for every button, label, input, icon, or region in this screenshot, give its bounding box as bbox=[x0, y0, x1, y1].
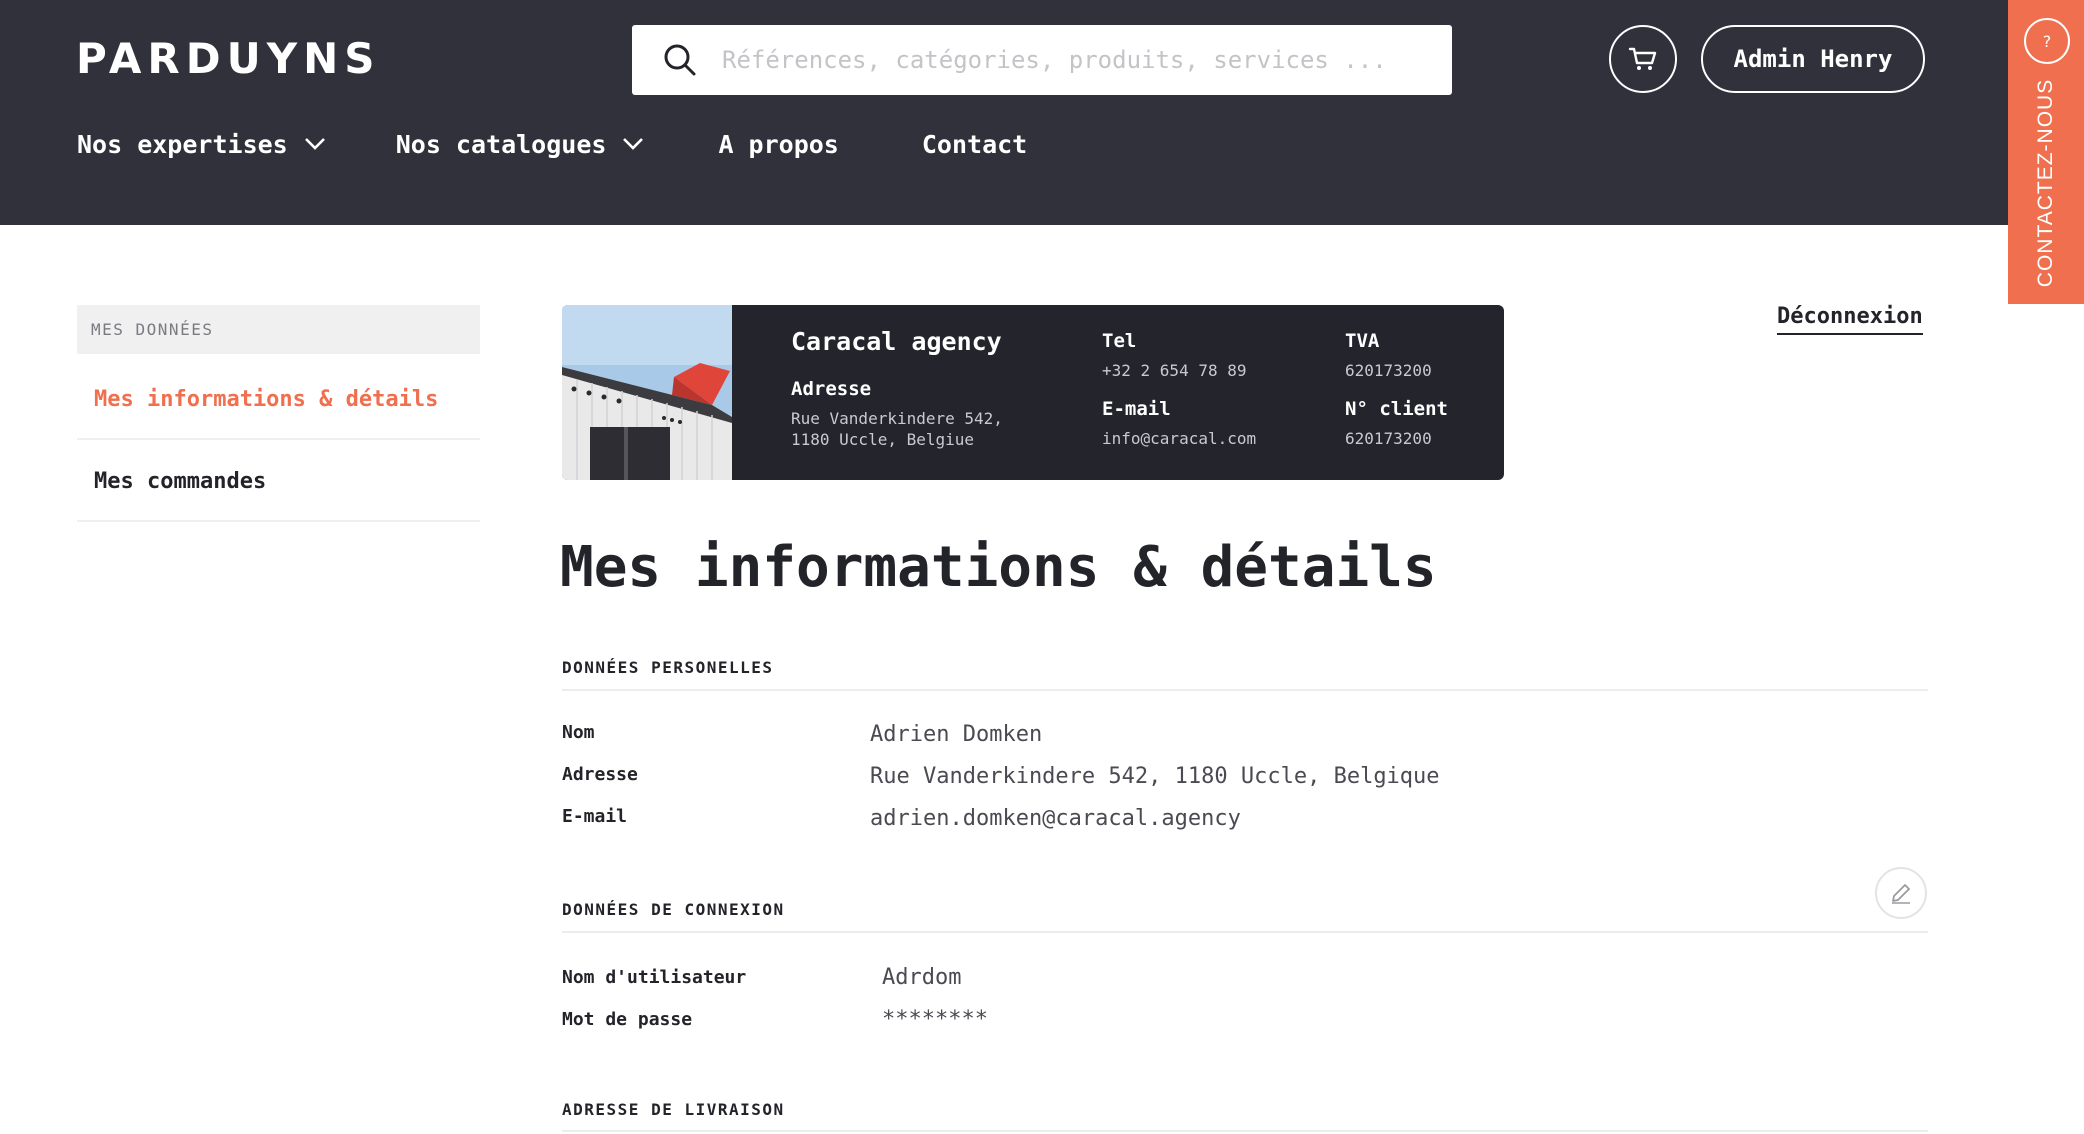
field-value-password: ******** bbox=[882, 1007, 988, 1032]
cart-icon bbox=[1628, 47, 1657, 70]
tel-label: Tel bbox=[1102, 330, 1137, 352]
nav-item-label: Contact bbox=[921, 129, 1028, 159]
field-label-email: E-mail bbox=[562, 806, 628, 827]
field-value-username: Adrdom bbox=[882, 965, 962, 990]
field-value-email: adrien.domken@caracal.agency bbox=[870, 806, 1241, 831]
search-bar bbox=[632, 25, 1452, 95]
sidebar-item-commandes[interactable]: Mes commandes bbox=[77, 442, 480, 522]
nav-item-contact[interactable]: Contact bbox=[922, 130, 1027, 159]
field-label-username: Nom d'utilisateur bbox=[562, 967, 747, 988]
section-title-personal: DONNÉES PERSONELLES bbox=[562, 658, 774, 677]
pencil-icon bbox=[1892, 884, 1910, 904]
cart-button[interactable] bbox=[1609, 25, 1677, 93]
help-icon: ? bbox=[2024, 18, 2070, 64]
field-label-password: Mot de passe bbox=[562, 1009, 693, 1030]
nav-item-expertises[interactable]: Nos expertises bbox=[77, 130, 326, 159]
tva-label: TVA bbox=[1345, 330, 1380, 352]
edit-button[interactable] bbox=[1875, 867, 1927, 919]
sidebar-item-informations[interactable]: Mes informations & détails bbox=[77, 360, 480, 440]
chevron-down-icon bbox=[304, 138, 325, 150]
main-nav: Nos expertises Nos catalogues A propos C… bbox=[77, 126, 1097, 162]
section-divider bbox=[562, 689, 1928, 691]
nav-item-label: A propos bbox=[718, 129, 839, 159]
site-header: PARDUYNS Admin Henry Nos expertises Nos … bbox=[0, 0, 2008, 225]
company-email-value: info@caracal.com bbox=[1102, 429, 1257, 448]
nav-item-label: Nos expertises bbox=[77, 129, 288, 159]
chevron-down-icon bbox=[623, 138, 644, 150]
section-title-connection: DONNÉES DE CONNEXION bbox=[562, 900, 785, 919]
contact-side-tab[interactable]: ? CONTACTEZ-NOUS bbox=[2008, 0, 2084, 304]
field-value-adresse: Rue Vanderkindere 542, 1180 Uccle, Belgi… bbox=[870, 764, 1440, 789]
contact-tab-label: CONTACTEZ-NOUS bbox=[2034, 78, 2057, 288]
address-line-1: Rue Vanderkindere 542, bbox=[791, 409, 1003, 428]
nav-item-a-propos[interactable]: A propos bbox=[718, 130, 838, 159]
company-building-image bbox=[562, 305, 732, 480]
user-account-button[interactable]: Admin Henry bbox=[1701, 25, 1925, 93]
section-title-delivery: ADRESSE DE LIVRAISON bbox=[562, 1100, 785, 1119]
page-title: Mes informations & détails bbox=[560, 535, 1437, 600]
company-name: Caracal agency bbox=[791, 327, 1002, 356]
logout-link[interactable]: Déconnexion bbox=[1777, 304, 1923, 335]
section-divider bbox=[562, 1130, 1928, 1132]
client-number-label: N° client bbox=[1345, 398, 1448, 420]
nav-item-label: Nos catalogues bbox=[395, 129, 607, 159]
company-email-label: E-mail bbox=[1102, 398, 1171, 420]
search-icon[interactable] bbox=[662, 42, 698, 78]
address-line-2: 1180 Uccle, Belgiue bbox=[791, 430, 975, 449]
field-label-nom: Nom bbox=[562, 722, 595, 743]
section-divider bbox=[562, 931, 1928, 933]
brand-logo[interactable]: PARDUYNS bbox=[76, 34, 381, 83]
tva-value: 620173200 bbox=[1345, 361, 1432, 380]
search-input[interactable] bbox=[722, 25, 1432, 95]
sidebar-heading: MES DONNÉES bbox=[77, 305, 480, 354]
nav-item-catalogues[interactable]: Nos catalogues bbox=[396, 130, 645, 159]
field-label-adresse: Adresse bbox=[562, 764, 638, 785]
account-summary-card: Caracal agency Adresse Rue Vanderkindere… bbox=[562, 305, 1504, 480]
field-value-nom: Adrien Domken bbox=[870, 722, 1043, 747]
address-label: Adresse bbox=[791, 378, 872, 400]
client-number-value: 620173200 bbox=[1345, 429, 1432, 448]
tel-value: +32 2 654 78 89 bbox=[1102, 361, 1247, 380]
